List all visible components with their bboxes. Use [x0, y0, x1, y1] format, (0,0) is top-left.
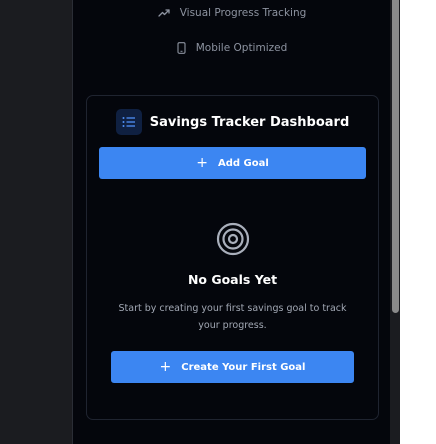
app-window: Visual Progress Tracking Mobile Optimize… — [0, 0, 436, 444]
add-goal-label: Add Goal — [217, 157, 269, 169]
create-first-goal-button[interactable]: + Create Your First Goal — [111, 351, 354, 383]
smartphone-icon — [177, 42, 186, 54]
feature-label: Visual Progress Tracking — [179, 7, 307, 19]
scrollbar-thumb[interactable] — [392, 0, 399, 313]
savings-tracker-card: Savings Tracker Dashboard + Add Goal No … — [86, 95, 379, 420]
trending-up-icon — [158, 8, 170, 18]
list-icon — [115, 109, 142, 135]
card-header: Savings Tracker Dashboard — [87, 108, 378, 136]
create-goal-label: Create Your First Goal — [181, 361, 306, 373]
feature-mobile-optimized: Mobile Optimized — [73, 39, 391, 57]
card-title: Savings Tracker Dashboard — [149, 114, 350, 130]
empty-state-description: Start by creating your first savings goa… — [118, 303, 347, 331]
adjacent-window-edge — [400, 0, 436, 444]
target-icon — [216, 222, 250, 256]
plus-icon: + — [159, 359, 172, 375]
feature-visual-progress: Visual Progress Tracking — [73, 4, 391, 22]
main-panel: Visual Progress Tracking Mobile Optimize… — [72, 0, 392, 444]
add-goal-button[interactable]: + Add Goal — [99, 147, 366, 179]
feature-label: Mobile Optimized — [195, 42, 288, 54]
empty-state-title: No Goals Yet — [187, 272, 278, 287]
plus-icon: + — [196, 155, 208, 171]
